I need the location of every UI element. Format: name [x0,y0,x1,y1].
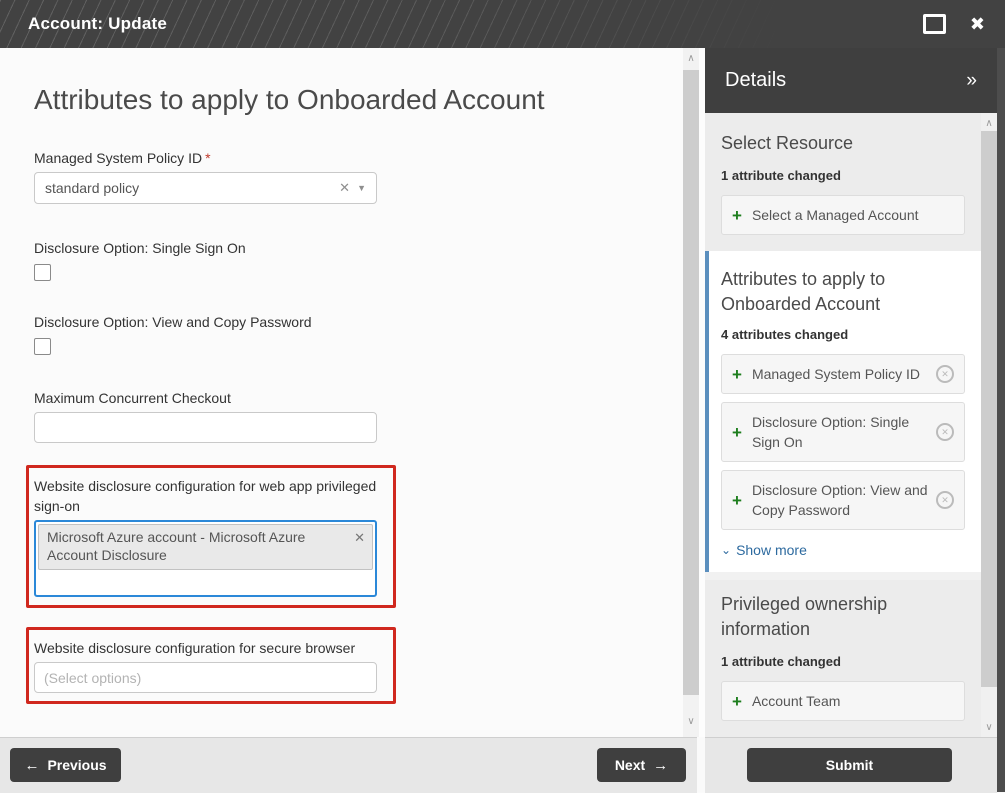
tag-remove-icon[interactable]: ✕ [354,529,365,547]
details-header: Details » [705,48,997,113]
securebrowser-disclosure-input[interactable] [34,662,377,693]
section-attributes: Attributes to apply to Onboarded Account… [705,251,981,572]
section-privileged-ownership: Privileged ownership information 1 attri… [705,580,981,737]
section-title: Select Resource [721,131,965,156]
viewcopy-label: Disclosure Option: View and Copy Passwor… [34,312,379,332]
show-more-link[interactable]: ⌄ Show more [721,542,965,558]
max-checkout-input[interactable] [34,412,377,443]
changed-count: 4 attributes changed [721,327,965,342]
main-scrollbar[interactable]: ∧ ∨ [683,48,699,737]
sidebar-footer: Submit [705,737,997,793]
viewcopy-checkbox[interactable] [34,338,51,355]
attr-card-account-team[interactable]: + Account Team [721,681,965,721]
details-title: Details [725,69,786,92]
attr-card-viewcopy[interactable]: + Disclosure Option: View and Copy Passw… [721,470,965,530]
required-asterisk: * [205,150,210,166]
remove-attribute-icon[interactable]: ✕ [936,423,954,441]
plus-icon: + [732,492,742,509]
details-scroll-area: Select Resource 1 attribute changed + Se… [705,113,981,737]
policy-label: Managed System Policy ID* [34,148,379,168]
max-checkout-label: Maximum Concurrent Checkout [34,388,379,408]
annotation-box-securebrowser: Website disclosure configuration for sec… [26,627,396,704]
clear-icon[interactable]: ✕ [339,180,350,196]
policy-select-value: standard policy [45,180,339,196]
remove-attribute-icon[interactable]: ✕ [936,491,954,509]
window-title: Account: Update [28,14,167,34]
remove-attribute-icon[interactable]: ✕ [936,365,954,383]
details-sidebar: Details » Select Resource 1 attribute ch… [705,48,997,737]
footer-divider [697,737,705,792]
chevron-down-icon: ⌄ [721,543,731,557]
section-select-resource: Select Resource 1 attribute changed + Se… [705,113,981,251]
window-edge [997,48,1005,792]
section-title: Privileged ownership information [721,592,965,642]
sso-label: Disclosure Option: Single Sign On [34,238,379,258]
close-icon[interactable]: ✖ [970,15,985,33]
section-title: Attributes to apply to Onboarded Account [721,267,965,317]
main-panel: Attributes to apply to Onboarded Account… [0,48,683,737]
attr-card-sso[interactable]: + Disclosure Option: Single Sign On ✕ [721,402,965,462]
scroll-down-icon[interactable]: ∨ [683,713,699,729]
page-title: Attributes to apply to Onboarded Account [34,83,683,117]
annotation-box-webapp: Website disclosure configuration for web… [26,465,396,608]
titlebar: Account: Update ✖ [0,0,1005,48]
webapp-disclosure-multiselect[interactable]: Microsoft Azure account - Microsoft Azur… [34,520,377,597]
caret-down-icon[interactable]: ▼ [357,183,366,193]
wizard-footer: ← Previous Next → [0,737,697,793]
main-scrollbar-thumb[interactable] [683,70,699,695]
selected-option-tag: Microsoft Azure account - Microsoft Azur… [38,524,373,570]
maximize-icon[interactable] [923,14,946,34]
arrow-left-icon: ← [24,757,39,774]
scroll-down-icon[interactable]: ∨ [981,719,997,735]
arrow-right-icon: → [653,757,668,774]
collapse-panel-icon[interactable]: » [966,70,977,92]
scroll-up-icon[interactable]: ∧ [981,115,997,131]
next-button[interactable]: Next → [597,748,686,782]
submit-button[interactable]: Submit [747,748,952,782]
previous-button[interactable]: ← Previous [10,748,121,782]
plus-icon: + [732,366,742,383]
webapp-disclosure-label: Website disclosure configuration for web… [34,476,379,516]
securebrowser-disclosure-label: Website disclosure configuration for sec… [34,638,379,658]
plus-icon: + [732,693,742,710]
scroll-up-icon[interactable]: ∧ [683,50,699,66]
details-scrollbar[interactable]: ∧ ∨ [981,113,997,737]
plus-icon: + [732,424,742,441]
changed-count: 1 attribute changed [721,168,965,183]
plus-icon: + [732,207,742,224]
details-scrollbar-thumb[interactable] [981,131,997,687]
policy-select[interactable]: standard policy ✕ ▼ [34,172,377,204]
sso-checkbox[interactable] [34,264,51,281]
changed-count: 1 attribute changed [721,654,965,669]
attr-card-policy-id[interactable]: + Managed System Policy ID ✕ [721,354,965,394]
attr-card-select-managed-account[interactable]: + Select a Managed Account [721,195,965,235]
